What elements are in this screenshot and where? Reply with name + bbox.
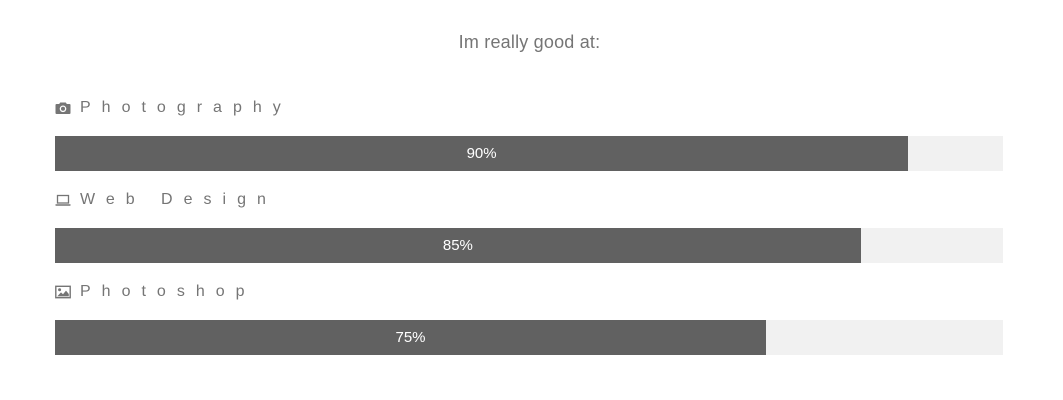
progress-fill: 85% xyxy=(55,228,861,263)
progress-track: 75% xyxy=(55,320,1003,355)
progress-track: 85% xyxy=(55,228,1003,263)
skill-label: Photoshop xyxy=(55,280,256,304)
skills-list: Photography 90% Web Design 85% Photoshop… xyxy=(55,96,1003,372)
skill-item-photography: Photography 90% xyxy=(55,96,1003,188)
skill-item-photoshop: Photoshop 75% xyxy=(55,280,1003,372)
laptop-icon xyxy=(55,192,71,208)
progress-percent: 90% xyxy=(466,145,497,162)
image-icon xyxy=(55,284,71,300)
progress-fill: 75% xyxy=(55,320,766,355)
page-heading: Im really good at: xyxy=(458,32,601,52)
progress-percent: 85% xyxy=(442,237,473,254)
skill-item-web-design: Web Design 85% xyxy=(55,188,1003,280)
progress-percent: 75% xyxy=(395,329,426,346)
skill-name: Photography xyxy=(80,99,292,116)
skill-name: Photoshop xyxy=(80,283,256,300)
progress-fill: 90% xyxy=(55,136,909,171)
camera-icon xyxy=(55,100,71,116)
skill-label: Web Design xyxy=(55,188,277,212)
progress-track: 90% xyxy=(55,136,1003,171)
skill-name: Web Design xyxy=(80,191,277,208)
skill-label: Photography xyxy=(55,96,292,120)
